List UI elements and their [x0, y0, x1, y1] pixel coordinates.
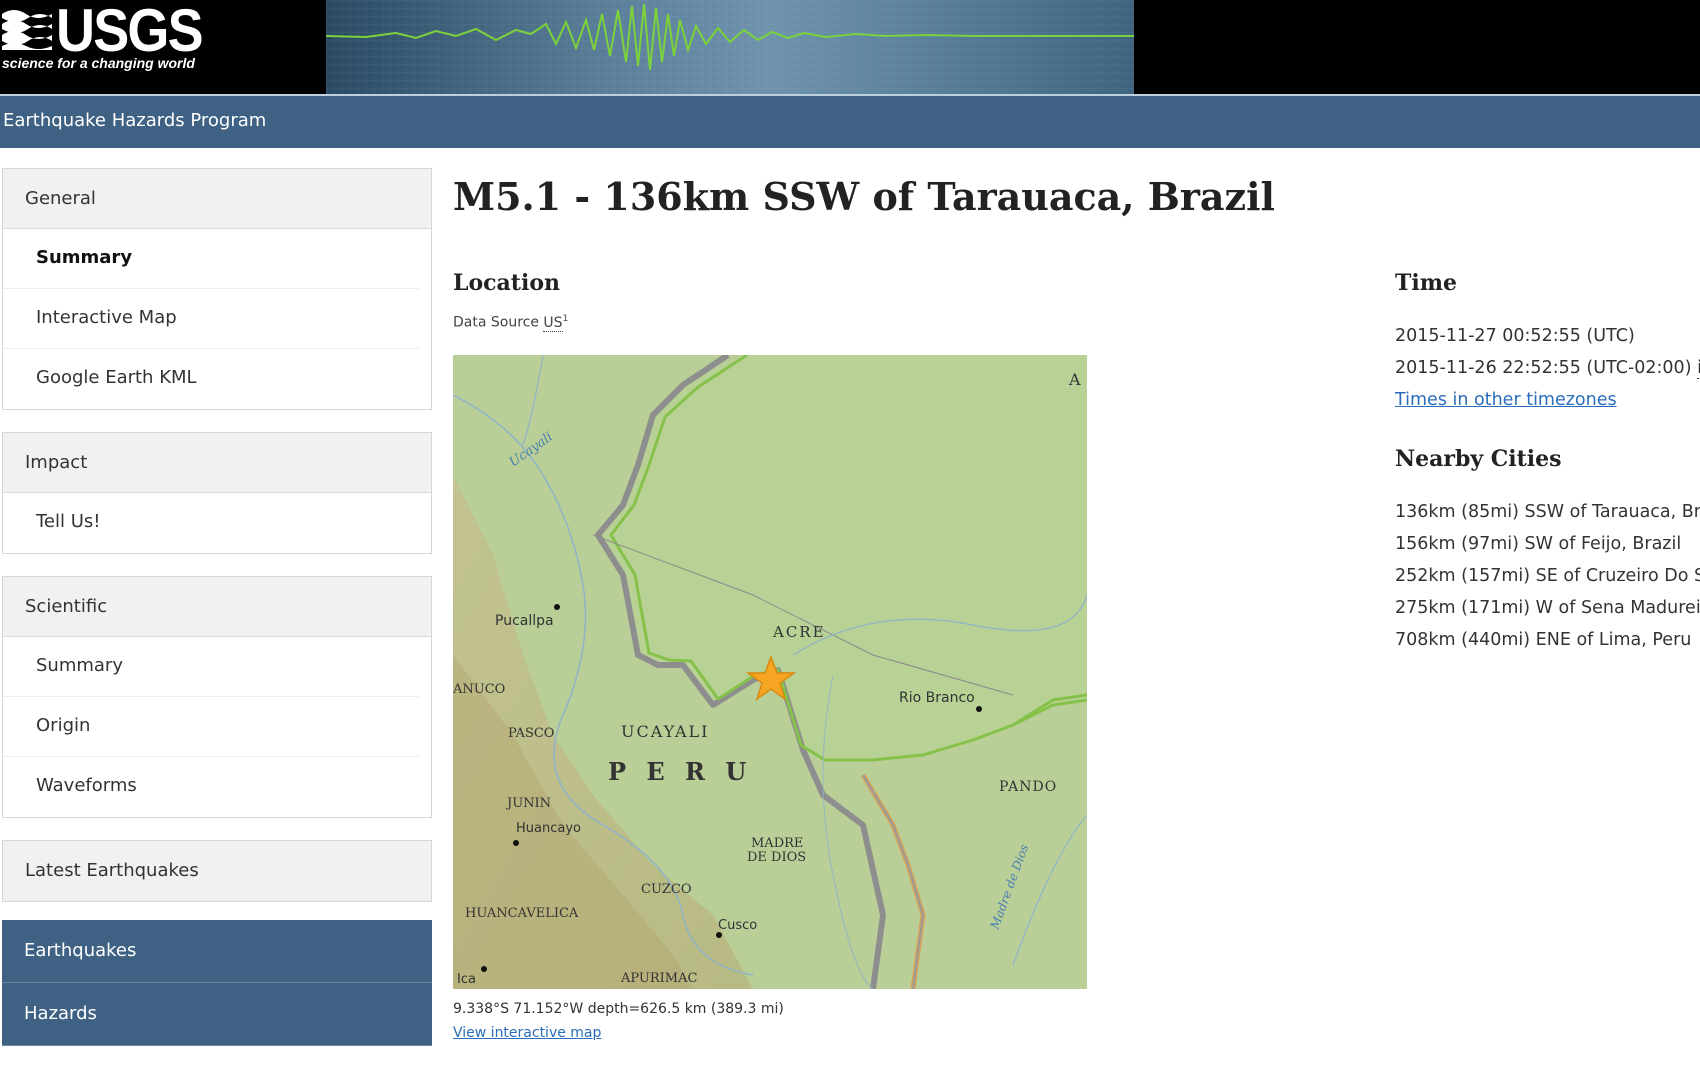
- nav-heading-scientific[interactable]: Scientific: [3, 577, 431, 637]
- map-label-junin: JUNIN: [505, 796, 551, 811]
- site-nav-earthquakes[interactable]: Earthquakes: [2, 920, 432, 983]
- nav-group-scientific: Scientific Summary Origin Waveforms: [2, 576, 432, 818]
- map-label-pucallpa: Pucallpa: [495, 613, 554, 629]
- map-label-madre-1: MADRE: [751, 836, 803, 851]
- nearby-city: 252km (157mi) SE of Cruzeiro Do Sul, Bra…: [1395, 566, 1700, 586]
- usgs-logo[interactable]: USGS science for a changing world: [0, 0, 326, 94]
- map-label-pando: PANDO: [999, 779, 1057, 795]
- site-nav-hazards[interactable]: Hazards: [2, 983, 432, 1046]
- nav-item-origin[interactable]: Origin: [3, 697, 419, 757]
- data-source: Data Source US1: [453, 314, 569, 332]
- event-coordinates: 9.338°S 71.152°W depth=626.5 km (389.3 m…: [453, 1001, 784, 1017]
- data-source-label: Data Source: [453, 314, 539, 331]
- nearby-city: 156km (97mi) SW of Feijo, Brazil: [1395, 534, 1682, 554]
- time-local-value: 2015-11-26 22:52:55 (UTC-02:00): [1395, 358, 1692, 378]
- view-interactive-map-link[interactable]: View interactive map: [453, 1025, 601, 1041]
- nearby-city: 136km (85mi) SSW of Tarauaca, Brazil: [1395, 502, 1700, 522]
- map-label-huancavelica: HUANCAVELICA: [465, 906, 579, 921]
- program-bar: Earthquake Hazards Program: [0, 94, 1700, 148]
- site-nav: Earthquakes Hazards: [2, 920, 432, 1046]
- map-label-cusco: Cusco: [718, 918, 757, 933]
- map-label-nuco: ANUCO: [453, 682, 505, 697]
- nav-item-google-earth-kml[interactable]: Google Earth KML: [3, 349, 419, 409]
- nav-heading-impact[interactable]: Impact: [3, 433, 431, 493]
- map-label-peru: P E R U: [608, 757, 752, 786]
- nearby-city: 708km (440mi) ENE of Lima, Peru: [1395, 630, 1692, 650]
- location-heading: Location: [453, 270, 560, 296]
- time-utc: 2015-11-27 00:52:55 (UTC): [1395, 326, 1635, 346]
- nav-item-latest-earthquakes[interactable]: Latest Earthquakes: [3, 841, 431, 901]
- time-heading: Time: [1395, 270, 1458, 296]
- map-label-pasco: PASCO: [508, 726, 554, 741]
- data-source-footnote: 1: [562, 314, 569, 324]
- event-title: M5.1 - 136km SSW of Tarauaca, Brazil: [453, 174, 1275, 219]
- map-label-corner-a: A: [1068, 370, 1081, 389]
- location-map[interactable]: ACRE Pucallpa Ucayali ANUCO PASCO UCAYAL…: [453, 355, 1087, 989]
- map-label-acre: ACRE: [772, 623, 826, 641]
- site-header: USGS science for a changing world: [0, 0, 1700, 94]
- nav-item-waveforms[interactable]: Waveforms: [3, 757, 419, 817]
- seismogram-banner: [326, 0, 1134, 94]
- nav-heading-general[interactable]: General: [3, 169, 431, 229]
- map-label-madre-2: DE DIOS: [747, 850, 806, 865]
- map-label-apurimac: APURIMAC: [620, 971, 697, 986]
- map-label-ucayali-region: UCAYALI: [621, 722, 709, 741]
- nav-group-general: General Summary Interactive Map Google E…: [2, 168, 432, 410]
- nearby-cities-list: 136km (85mi) SSW of Tarauaca, Brazil 156…: [1395, 500, 1700, 660]
- logo-tagline: science for a changing world: [2, 55, 195, 71]
- map-label-rio-branco: Rio Branco: [899, 690, 975, 706]
- program-title-link[interactable]: Earthquake Hazards Program: [3, 110, 266, 131]
- nav-group-impact: Impact Tell Us!: [2, 432, 432, 554]
- nearby-cities-heading: Nearby Cities: [1395, 446, 1562, 472]
- data-source-network[interactable]: US: [543, 314, 563, 332]
- nearby-city: 275km (171mi) W of Sena Madureira, Brazi…: [1395, 598, 1700, 618]
- map-label-cuzco: CUZCO: [641, 882, 692, 897]
- nav-item-interactive-map[interactable]: Interactive Map: [3, 289, 419, 349]
- usgs-wave-icon: [2, 4, 52, 50]
- nav-group-latest: Latest Earthquakes: [2, 840, 432, 902]
- other-timezones-link[interactable]: Times in other timezones: [1395, 390, 1617, 410]
- nav-item-tell-us[interactable]: Tell Us!: [3, 493, 419, 553]
- map-label-ica: Ica: [457, 972, 476, 987]
- event-sidebar-nav: General Summary Interactive Map Google E…: [2, 168, 432, 924]
- map-label-huancayo: Huancayo: [516, 821, 581, 836]
- nav-item-summary[interactable]: Summary: [3, 229, 419, 289]
- time-local: 2015-11-26 22:52:55 (UTC-02:00) in: [1395, 358, 1700, 379]
- nav-item-scientific-summary[interactable]: Summary: [3, 637, 419, 697]
